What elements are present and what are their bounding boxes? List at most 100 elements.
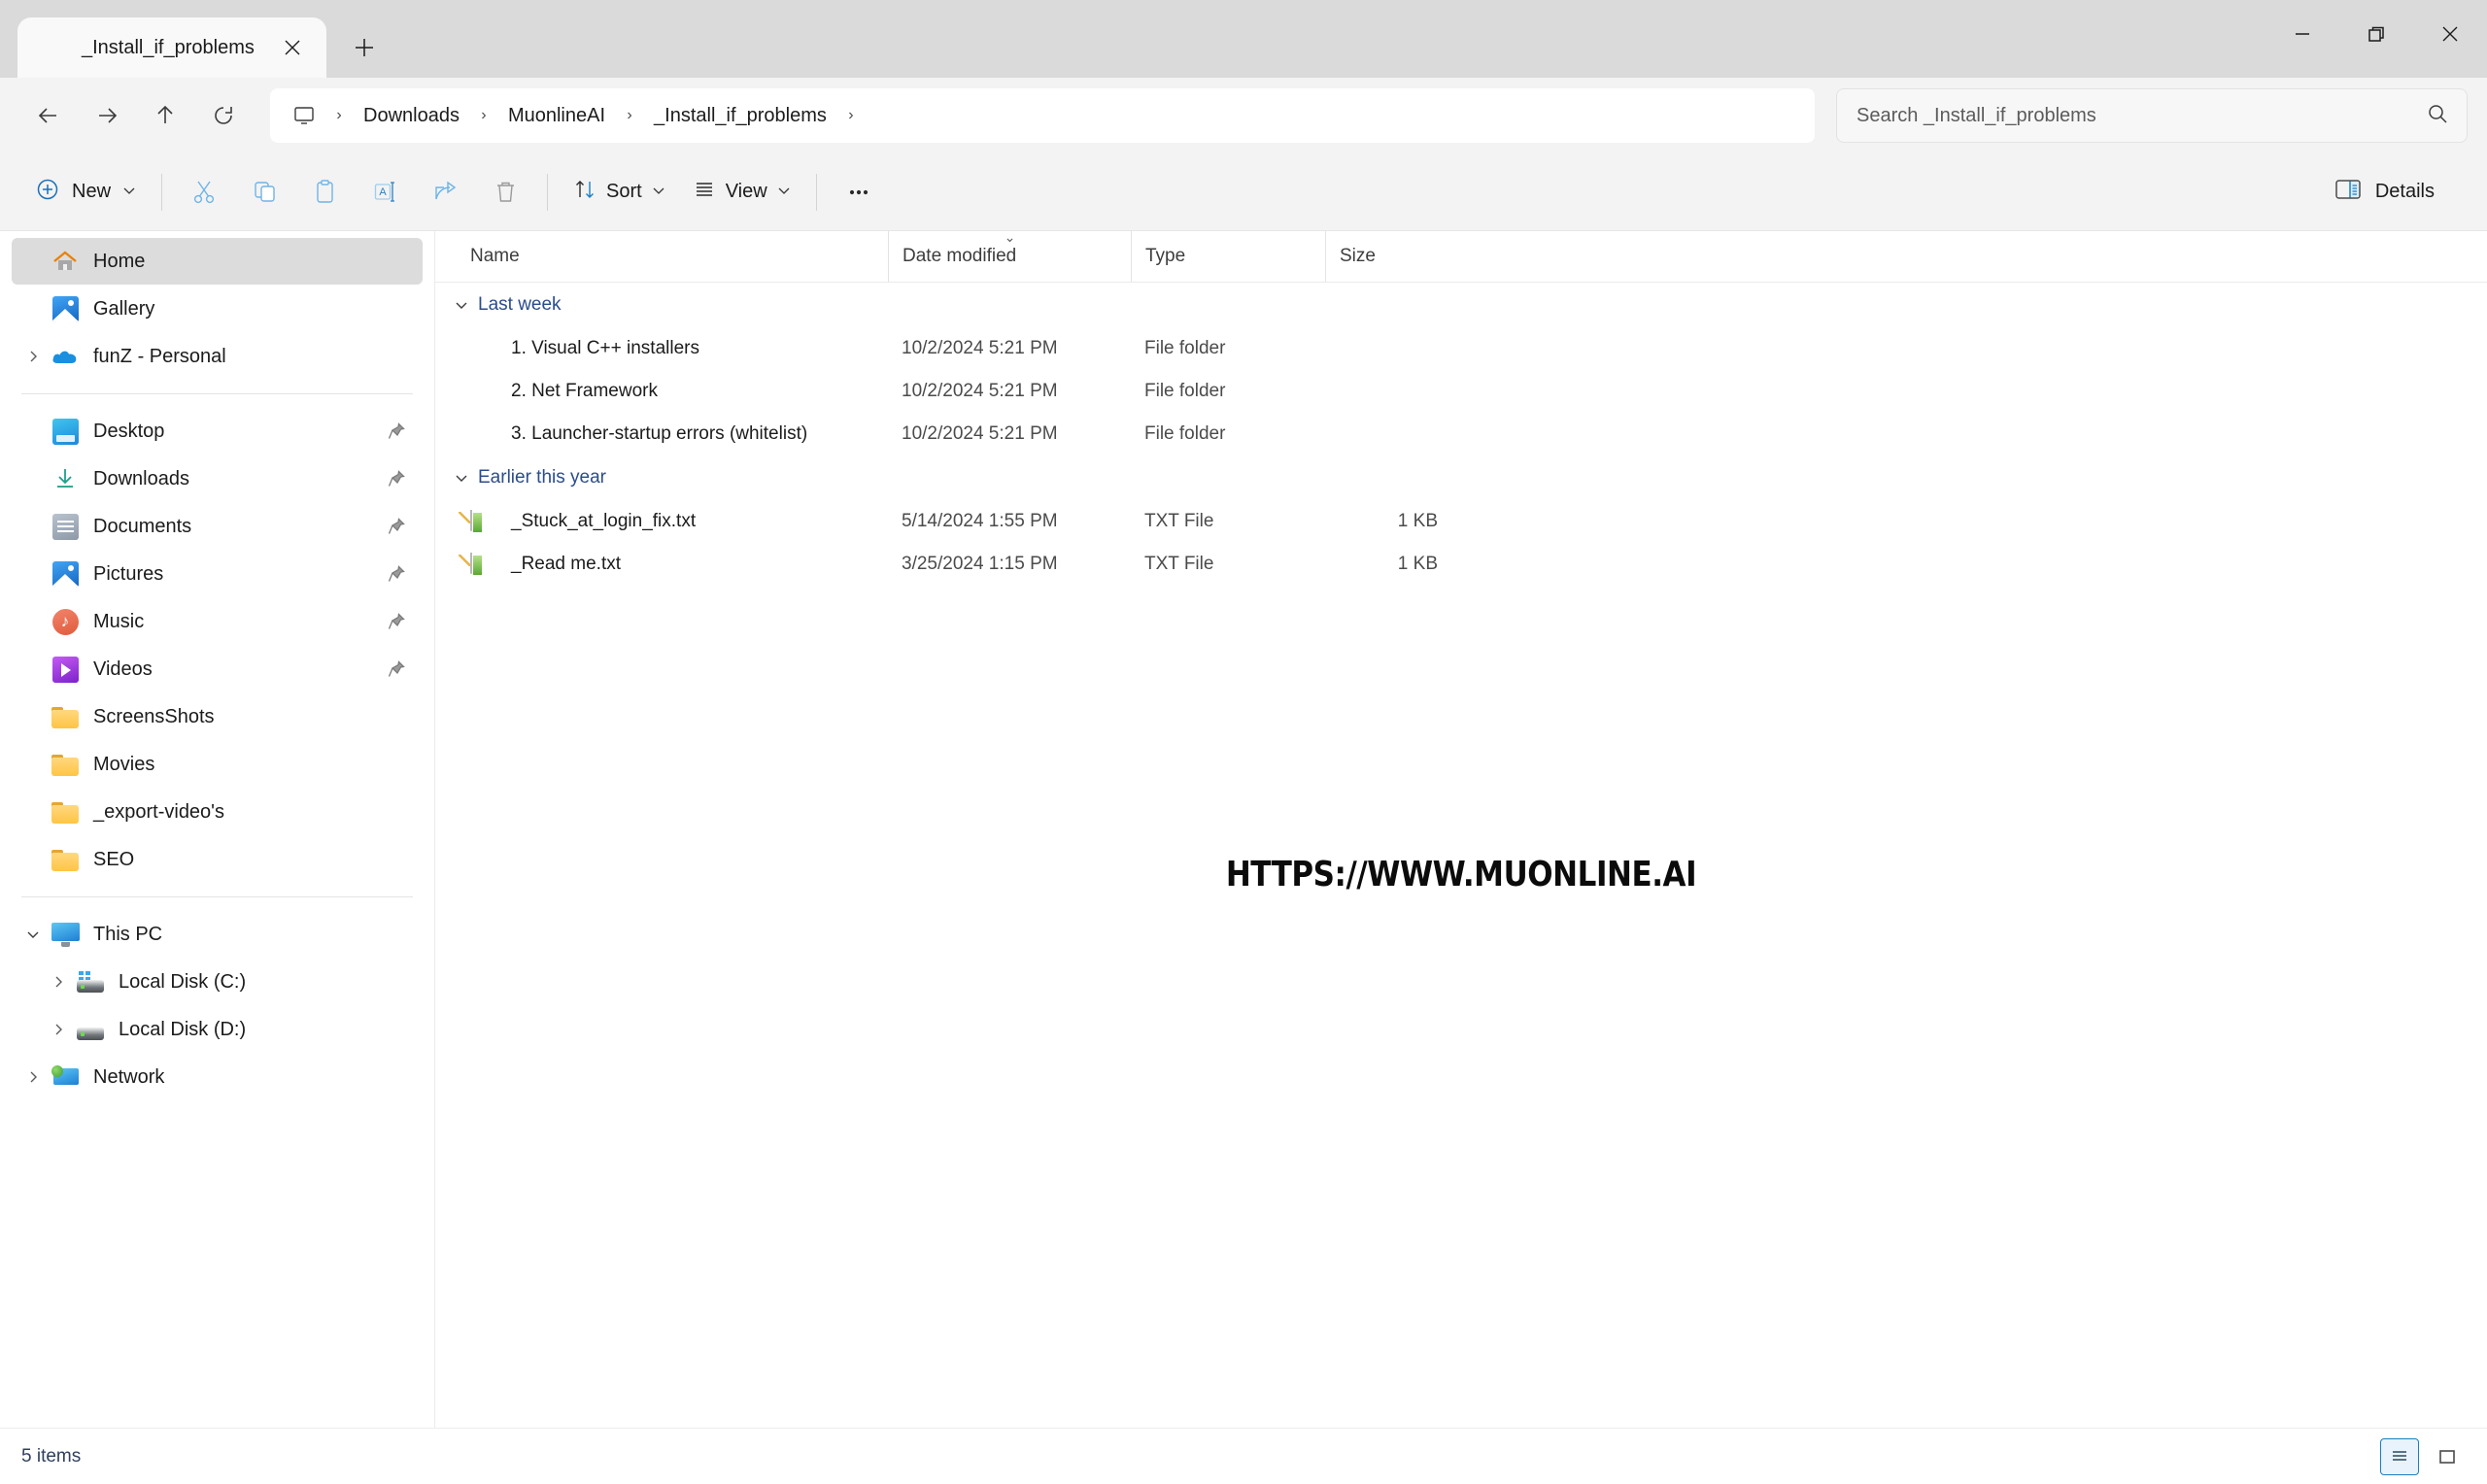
title-bar: _Install_if_problems: [0, 0, 2487, 78]
chevron-right-icon[interactable]: [16, 1060, 51, 1095]
music-icon: [51, 607, 80, 636]
sidebar-item-seo[interactable]: SEO: [12, 836, 423, 883]
sidebar-item-funz-personal[interactable]: funZ - Personal: [12, 333, 423, 380]
chevron-down-icon[interactable]: [449, 465, 474, 490]
share-icon[interactable]: [415, 165, 475, 219]
text-file-icon: [470, 553, 497, 576]
this-pc-icon: [51, 920, 80, 949]
file-name-cell: 1. Visual C++ installers: [457, 337, 888, 360]
new-button[interactable]: New: [21, 165, 150, 219]
sidebar-item-local-disk-d[interactable]: Local Disk (D:): [12, 1006, 423, 1053]
ellipsis-icon[interactable]: [829, 165, 889, 219]
search-icon[interactable]: [2426, 102, 2449, 130]
column-header-date-modified[interactable]: ⌄ Date modified: [888, 231, 1131, 282]
expander-placeholder: [16, 747, 51, 782]
column-header-name[interactable]: Name: [457, 231, 888, 282]
chevron-down-icon[interactable]: [16, 917, 51, 952]
sidebar-item-movies[interactable]: Movies: [12, 741, 423, 788]
pin-icon[interactable]: [384, 419, 409, 444]
sidebar-item-this-pc[interactable]: This PC: [12, 911, 423, 958]
table-row[interactable]: 2. Net Framework 10/2/2024 5:21 PM File …: [435, 370, 2487, 413]
sidebar-item-videos[interactable]: Videos: [12, 646, 423, 692]
group-header-last-week[interactable]: Last week: [435, 283, 2487, 327]
sort-button[interactable]: Sort: [560, 165, 679, 219]
details-pane-button[interactable]: Details: [2319, 165, 2450, 219]
table-row[interactable]: 1. Visual C++ installers 10/2/2024 5:21 …: [435, 327, 2487, 370]
sidebar-item-documents[interactable]: Documents: [12, 503, 423, 550]
close-window-icon[interactable]: [2413, 0, 2487, 68]
restore-icon[interactable]: [2339, 0, 2413, 68]
cut-icon[interactable]: [174, 165, 234, 219]
sidebar-item-label: Desktop: [93, 420, 165, 442]
gallery-icon: [51, 294, 80, 323]
new-tab-button[interactable]: [342, 25, 387, 70]
folder-icon: [51, 750, 80, 779]
pin-icon[interactable]: [384, 657, 409, 682]
copy-icon[interactable]: [234, 165, 294, 219]
breadcrumb-separator: ›: [481, 107, 487, 123]
sidebar-item-screensshots[interactable]: ScreensShots: [12, 693, 423, 740]
view-button[interactable]: View: [679, 165, 804, 219]
chevron-right-icon[interactable]: [41, 964, 76, 999]
pin-icon[interactable]: [384, 514, 409, 539]
expander-placeholder: [16, 244, 51, 279]
sidebar-item-desktop[interactable]: Desktop: [12, 408, 423, 455]
breadcrumb-separator: ›: [627, 107, 632, 123]
pin-icon[interactable]: [384, 609, 409, 634]
close-tab-icon[interactable]: [272, 27, 313, 68]
sidebar-item-label: _export-video's: [93, 800, 224, 823]
table-row[interactable]: 3. Launcher-startup errors (whitelist) 1…: [435, 413, 2487, 455]
chevron-right-icon[interactable]: [41, 1012, 76, 1047]
chevron-down-icon[interactable]: [449, 292, 474, 318]
svg-text:A: A: [379, 186, 387, 198]
up-arrow-icon[interactable]: [136, 88, 194, 143]
search-box[interactable]: [1836, 88, 2468, 143]
sort-caret-icon: ⌄: [1004, 231, 1016, 245]
back-arrow-icon[interactable]: [19, 88, 78, 143]
large-icons-view-icon[interactable]: [2429, 1439, 2466, 1474]
tab-install-if-problems[interactable]: _Install_if_problems: [17, 17, 326, 78]
table-row[interactable]: _Read me.txt 3/25/2024 1:15 PM TXT File …: [435, 543, 2487, 586]
pin-icon[interactable]: [384, 561, 409, 587]
table-row[interactable]: _Stuck_at_login_fix.txt 5/14/2024 1:55 P…: [435, 500, 2487, 543]
forward-arrow-icon[interactable]: [78, 88, 136, 143]
minimize-icon[interactable]: [2266, 0, 2339, 68]
group-header-earlier-this-year[interactable]: Earlier this year: [435, 455, 2487, 500]
details-view-icon[interactable]: [2380, 1437, 2419, 1475]
address-bar-breadcrumb[interactable]: › Downloads › MuonlineAI › _Install_if_p…: [270, 88, 1815, 143]
item-count-label: 5 items: [21, 1445, 82, 1467]
breadcrumb-downloads[interactable]: Downloads: [354, 99, 469, 133]
sidebar-item-home[interactable]: Home: [12, 238, 423, 285]
sidebar-item-local-disk-c[interactable]: Local Disk (C:): [12, 959, 423, 1005]
pin-icon[interactable]: [384, 466, 409, 491]
file-name-label: _Read me.txt: [511, 554, 621, 574]
sidebar-item-label: Videos: [93, 658, 153, 680]
breadcrumb-muonlineai[interactable]: MuonlineAI: [498, 99, 615, 133]
expander-placeholder: [16, 652, 51, 687]
disk-icon: [76, 1015, 105, 1044]
sidebar-item-gallery[interactable]: Gallery: [12, 286, 423, 332]
expander-placeholder: [16, 842, 51, 877]
column-header-size[interactable]: Size: [1325, 231, 1455, 282]
sidebar-item-downloads[interactable]: Downloads: [12, 455, 423, 502]
sidebar-item-export-videos[interactable]: _export-video's: [12, 789, 423, 835]
this-pc-icon[interactable]: [284, 99, 324, 132]
view-lines-icon: [693, 178, 716, 206]
breadcrumb-separator: ›: [336, 107, 342, 123]
column-header-type[interactable]: Type: [1131, 231, 1325, 282]
search-input[interactable]: [1855, 103, 2426, 128]
expander-placeholder: [16, 604, 51, 639]
rename-icon[interactable]: A: [355, 165, 415, 219]
breadcrumb-install-if-problems[interactable]: _Install_if_problems: [644, 99, 836, 133]
breadcrumb-separator: ›: [848, 107, 854, 123]
paste-icon[interactable]: [294, 165, 355, 219]
details-pane-label: Details: [2374, 181, 2435, 202]
sidebar-item-music[interactable]: Music: [12, 598, 423, 645]
refresh-icon[interactable]: [194, 88, 253, 143]
sidebar-item-pictures[interactable]: Pictures: [12, 551, 423, 597]
file-name-label: 3. Launcher-startup errors (whitelist): [511, 423, 808, 444]
chevron-right-icon[interactable]: [16, 339, 51, 374]
delete-icon[interactable]: [475, 165, 535, 219]
sidebar-item-network[interactable]: Network: [12, 1054, 423, 1100]
window-controls: [2266, 0, 2487, 68]
